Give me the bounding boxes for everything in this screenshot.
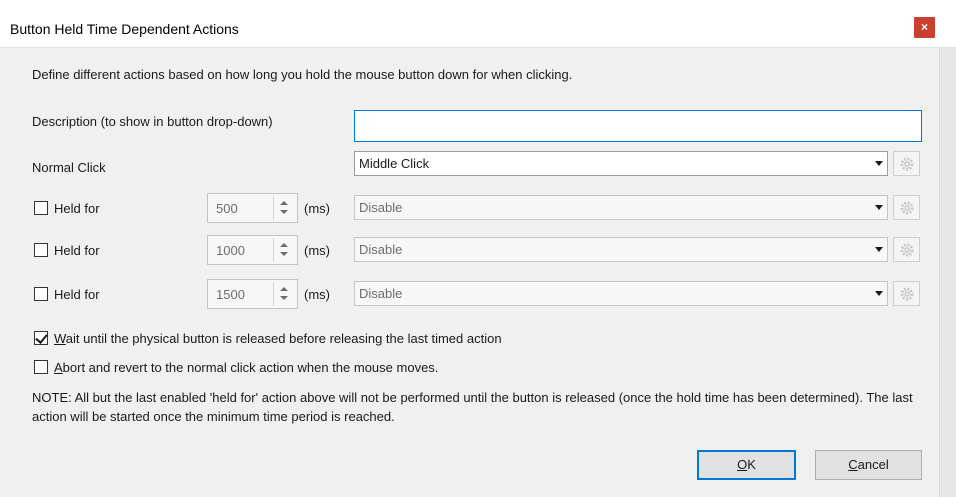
held-action-value-3: Disable [359, 286, 403, 301]
ms-unit-label-3: (ms) [304, 287, 330, 302]
spin-up-icon [280, 201, 288, 205]
access-key-o: O [737, 457, 748, 472]
close-button[interactable]: × [914, 17, 935, 38]
title-bar: Button Held Time Dependent Actions × [0, 0, 956, 48]
abort-revert-checkbox[interactable] [34, 360, 48, 374]
held-settings-button-3[interactable] [893, 281, 920, 306]
spin-buttons-2[interactable] [273, 238, 294, 262]
chevron-down-icon [875, 247, 883, 252]
cancel-text: ancel [857, 457, 889, 472]
normal-click-dropdown[interactable]: Middle Click [354, 151, 888, 176]
held-settings-button-1[interactable] [893, 195, 920, 220]
held-ms-value-2: 1000 [216, 243, 245, 258]
ms-unit-label-1: (ms) [304, 201, 330, 216]
spin-buttons-3[interactable] [273, 282, 294, 306]
spin-down-icon [280, 252, 288, 256]
held-action-dropdown-2[interactable]: Disable [354, 237, 888, 262]
held-ms-value-3: 1500 [216, 287, 245, 302]
background-window-edge [939, 48, 956, 497]
wait-release-label: Wait until the physical button is releas… [54, 331, 502, 346]
abort-revert-text: bort and revert to the normal click acti… [62, 360, 439, 375]
ok-text: K [747, 457, 756, 472]
access-key-c: C [848, 457, 858, 472]
close-icon: × [920, 20, 928, 34]
spin-down-icon [280, 210, 288, 214]
chevron-down-icon [875, 161, 883, 166]
held-action-dropdown-3[interactable]: Disable [354, 281, 888, 306]
gear-icon [900, 243, 913, 256]
cancel-button[interactable]: Cancel [815, 450, 922, 480]
description-label: Description (to show in button drop-down… [32, 114, 273, 129]
held-ms-stepper-1[interactable]: 500 [207, 193, 298, 223]
held-for-label-2: Held for [54, 243, 100, 258]
held-for-checkbox-3[interactable] [34, 287, 48, 301]
note-text: NOTE: All but the last enabled 'held for… [32, 390, 913, 424]
held-ms-value-1: 500 [216, 201, 238, 216]
ok-button[interactable]: OK [697, 450, 796, 480]
description-input[interactable] [354, 110, 922, 142]
access-key-w: W [54, 331, 66, 346]
chevron-down-icon [875, 291, 883, 296]
window-title: Button Held Time Dependent Actions [10, 21, 239, 37]
held-for-label-1: Held for [54, 201, 100, 216]
normal-click-label: Normal Click [32, 160, 106, 175]
held-action-dropdown-1[interactable]: Disable [354, 195, 888, 220]
held-for-label-3: Held for [54, 287, 100, 302]
spin-down-icon [280, 296, 288, 300]
wait-release-checkbox[interactable] [34, 331, 48, 345]
abort-revert-label: Abort and revert to the normal click act… [54, 360, 438, 375]
held-action-value-1: Disable [359, 200, 403, 215]
held-action-value-2: Disable [359, 242, 403, 257]
chevron-down-icon [875, 205, 883, 210]
held-ms-stepper-2[interactable]: 1000 [207, 235, 298, 265]
held-for-checkbox-2[interactable] [34, 243, 48, 257]
held-settings-button-2[interactable] [893, 237, 920, 262]
held-for-checkbox-1[interactable] [34, 201, 48, 215]
wait-release-text: ait until the physical button is release… [65, 331, 502, 346]
gear-icon [900, 287, 913, 300]
held-ms-stepper-3[interactable]: 1500 [207, 279, 298, 309]
normal-click-value: Middle Click [359, 156, 430, 171]
ms-unit-label-2: (ms) [304, 243, 330, 258]
intro-text: Define different actions based on how lo… [32, 67, 573, 82]
gear-icon [900, 201, 913, 214]
spin-up-icon [280, 243, 288, 247]
normal-click-settings-button[interactable] [893, 151, 920, 176]
spin-up-icon [280, 287, 288, 291]
gear-icon [900, 157, 913, 170]
access-key-a: A [54, 360, 63, 375]
spin-buttons-1[interactable] [273, 196, 294, 220]
